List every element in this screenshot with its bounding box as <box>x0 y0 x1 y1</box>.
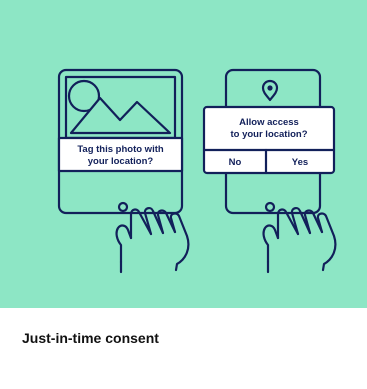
dialog-line1: Allow access <box>239 117 299 128</box>
illustration-svg: Tag this photo with your location? Allow… <box>57 68 337 274</box>
consent-card[interactable]: Tag this photo with your location? Allow… <box>0 0 367 389</box>
left-prompt-line1: Tag this photo with <box>77 144 164 155</box>
left-prompt-line2: your location? <box>88 156 154 167</box>
yes-button[interactable]: Yes <box>292 157 308 168</box>
right-phone <box>202 68 336 215</box>
no-button[interactable]: No <box>229 157 242 168</box>
card-title[interactable]: Just-in-time consent <box>22 329 159 347</box>
dialog-line2: to your location? <box>230 129 307 140</box>
left-phone <box>57 68 184 215</box>
consent-illustration: Tag this photo with your location? Allow… <box>0 0 367 308</box>
